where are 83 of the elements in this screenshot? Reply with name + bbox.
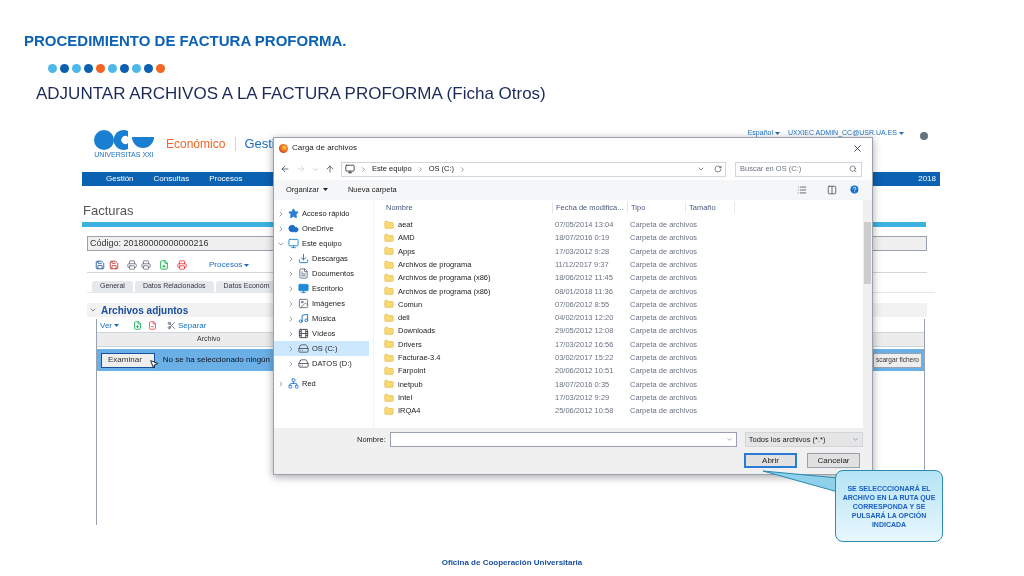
caret-icon [114, 324, 119, 327]
nav-item[interactable]: Procesos [209, 173, 243, 185]
caret-icon [774, 131, 780, 135]
folder-icon [384, 219, 394, 230]
remove-file-icon[interactable] [148, 321, 157, 330]
star-icon [288, 208, 299, 219]
page-title: Facturas [83, 204, 134, 217]
download-icon [298, 253, 309, 264]
folder-icon [384, 405, 394, 416]
folder-icon [384, 246, 394, 257]
drive-icon [298, 343, 309, 354]
folder-icon [384, 339, 394, 350]
collapse-icon[interactable] [89, 306, 97, 314]
section-title: Archivos adjuntos [101, 303, 189, 318]
folder-icon [384, 259, 394, 270]
folder-icon [384, 379, 394, 390]
slide-title: PROCEDIMIENTO DE FACTURA PROFORMA. [24, 33, 348, 48]
image-icon [298, 298, 309, 309]
caret-icon [322, 188, 328, 191]
logo-icon [94, 129, 154, 151]
split-icon [167, 321, 176, 330]
cloud-icon [288, 223, 299, 234]
browser-icon [279, 143, 288, 153]
scrollbar[interactable] [863, 200, 872, 428]
desktop-icon [298, 283, 309, 294]
cursor-icon [148, 358, 159, 369]
printer-icon[interactable] [141, 260, 151, 270]
nav-item[interactable]: Gestión [106, 173, 134, 185]
document-icon [298, 268, 309, 279]
folder-icon [384, 392, 394, 403]
dropdown-icon [851, 436, 859, 443]
folder-icon [384, 312, 394, 323]
add-file-icon[interactable] [133, 321, 142, 330]
document-icon[interactable] [159, 260, 169, 270]
refresh-icon[interactable] [714, 165, 722, 173]
nav-item[interactable]: Consultas [153, 173, 190, 185]
film-icon [298, 328, 309, 339]
help-icon[interactable] [849, 184, 860, 195]
expand-chevron-icon[interactable] [277, 379, 285, 388]
split-button[interactable]: Separar [167, 319, 207, 332]
filename-field[interactable] [389, 432, 737, 447]
separator-icon [459, 165, 467, 173]
computer-icon [288, 238, 299, 249]
save-icon[interactable] [95, 260, 105, 270]
dialog-title: Carga de archivos [292, 142, 357, 154]
open-button[interactable]: Abrir [744, 453, 797, 468]
folder-icon [384, 326, 394, 336]
folder-icon [384, 352, 394, 363]
music-note-icon [298, 313, 309, 324]
close-icon[interactable] [852, 142, 863, 154]
forward-icon[interactable] [296, 164, 306, 174]
slide-subtitle: ADJUNTAR ARCHIVOS A LA FACTURA PROFORMA (Ficha Otros) [36, 85, 547, 102]
drive-icon [298, 358, 309, 369]
cancel-button[interactable]: Cancelar [807, 453, 860, 468]
folder-icon [384, 232, 394, 243]
search-icon [849, 165, 857, 173]
printer-icon[interactable] [177, 260, 187, 270]
browse-button[interactable]: Examinar [101, 352, 155, 368]
caret-icon [244, 263, 250, 267]
file-status: No se ha seleccionado ningún [162, 354, 270, 366]
back-icon[interactable] [280, 164, 290, 174]
folder-icon [384, 272, 394, 283]
folder-icon [384, 286, 394, 297]
printer-icon[interactable] [127, 260, 137, 270]
slide-footer: Oficina de Cooperación Universitaria [0, 557, 1024, 569]
separator-icon [360, 165, 367, 173]
network-icon [288, 378, 299, 389]
year-label: 2018 [918, 173, 936, 185]
preview-pane-icon[interactable] [827, 184, 837, 195]
dropdown-icon[interactable] [697, 165, 705, 173]
save-icon[interactable] [109, 260, 119, 270]
processes-menu[interactable]: Procesos [209, 259, 250, 271]
folder-icon [384, 365, 394, 376]
dropdown-icon [725, 436, 733, 443]
computer-icon [345, 164, 355, 174]
view-options-icon[interactable] [797, 184, 807, 195]
separator-icon [416, 165, 424, 173]
folder-icon [384, 299, 394, 310]
recent-locations-icon[interactable] [312, 165, 319, 173]
view-menu[interactable]: Ver [100, 319, 119, 332]
caret-icon [899, 131, 904, 135]
up-icon[interactable] [325, 164, 335, 174]
module-name: Económico [166, 135, 226, 153]
